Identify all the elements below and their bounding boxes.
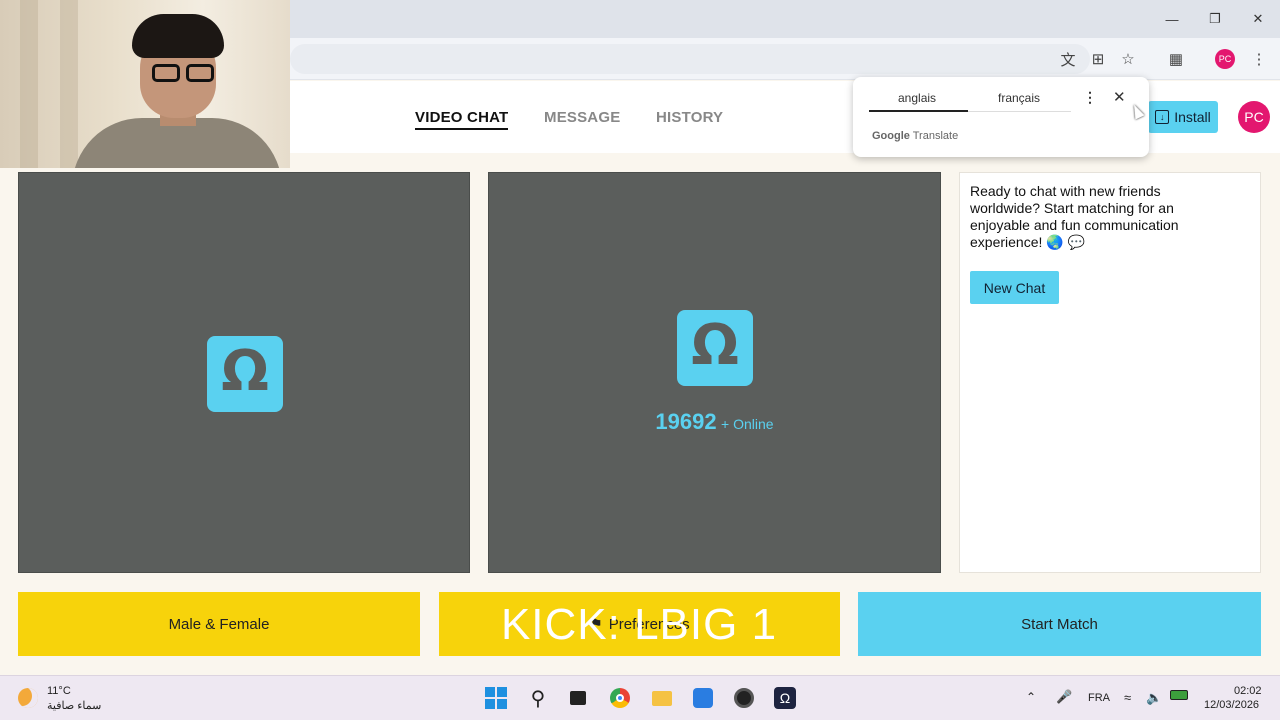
welcome-message: Ready to chat with new friends worldwide… — [970, 183, 1179, 250]
input-language[interactable]: FRA — [1088, 692, 1110, 704]
omega-app-icon[interactable]: Ω — [773, 686, 797, 710]
brand-google: Google — [872, 130, 910, 142]
tab-video-chat[interactable]: VIDEO CHAT — [415, 109, 509, 130]
profile-avatar-button[interactable]: PC — [1214, 48, 1236, 70]
omega-icon: Ω — [691, 313, 739, 378]
preferences-button[interactable]: ⚑ Preferences — [439, 592, 840, 656]
translate-options-icon[interactable]: ⋮ — [1083, 89, 1097, 106]
battery-icon[interactable] — [1170, 690, 1188, 700]
weather-description: سماء صافية — [47, 700, 102, 712]
user-avatar[interactable]: PC — [1238, 101, 1270, 133]
obs-icon[interactable] — [732, 686, 756, 710]
lang-tab-divider — [968, 111, 1071, 112]
restore-icon[interactable]: ❐ — [1204, 8, 1226, 30]
preferences-icon: ⚑ — [589, 616, 603, 633]
glasses-lens — [152, 64, 180, 82]
chrome-icon[interactable] — [608, 686, 632, 710]
search-icon[interactable]: ⚲ — [526, 686, 550, 710]
lang-tab-source[interactable]: anglais — [898, 91, 936, 105]
profile-initials: PC — [1215, 49, 1235, 69]
new-chat-button[interactable]: New Chat — [970, 271, 1059, 304]
online-count: 19692 — [655, 409, 717, 434]
wifi-icon[interactable]: ≈ — [1124, 690, 1131, 705]
translate-icon[interactable]: 文 — [1057, 48, 1079, 70]
remote-video-panel: Ω 19692 + Online — [488, 172, 941, 573]
extensions-icon[interactable]: ▦ — [1165, 48, 1187, 70]
local-video-panel: Ω — [18, 172, 470, 573]
tab-history[interactable]: HISTORY — [656, 109, 723, 126]
glasses-lens — [186, 64, 214, 82]
omega-logo: Ω — [677, 310, 753, 386]
volume-icon[interactable]: 🔈 — [1146, 690, 1162, 706]
translate-close-icon[interactable]: ✕ — [1113, 88, 1126, 106]
tray-overflow-icon[interactable]: ⌃ — [1026, 690, 1036, 704]
google-translate-brand: Google Translate — [872, 130, 958, 142]
moon-weather-icon — [18, 688, 38, 708]
omega-icon: Ω — [221, 339, 269, 404]
install-label: Install — [1174, 109, 1211, 125]
microphone-icon[interactable]: 🎤 — [1056, 689, 1072, 705]
start-match-button[interactable]: Start Match — [858, 592, 1261, 656]
app-icon[interactable] — [691, 686, 715, 710]
person-hair — [132, 14, 224, 58]
address-bar[interactable] — [290, 44, 1090, 74]
curtain-fold — [20, 0, 38, 168]
minimize-icon[interactable]: — — [1161, 8, 1183, 30]
info-panel: Ready to chat with new friends worldwide… — [959, 172, 1261, 573]
weather-temperature: 11°C — [47, 685, 71, 697]
gender-filter-button[interactable]: Male & Female — [18, 592, 420, 656]
online-label: + Online — [721, 416, 774, 432]
bookmark-star-icon[interactable]: ☆ — [1117, 48, 1139, 70]
translate-popup: anglais français ⋮ ✕ Google Translate — [853, 77, 1149, 157]
curtain-fold — [60, 0, 78, 168]
lang-tab-indicator — [869, 110, 968, 112]
start-menu-icon[interactable] — [484, 686, 508, 710]
install-button[interactable]: ↓ Install — [1148, 101, 1218, 133]
webcam-overlay — [0, 0, 290, 168]
taskbar: 11°C سماء صافية ⚲ Ω ⌃ 🎤 FRA ≈ 🔈 02:02 12… — [0, 675, 1280, 720]
install-app-icon[interactable]: ⊞ — [1087, 48, 1109, 70]
lang-tab-target[interactable]: français — [998, 91, 1040, 105]
download-icon: ↓ — [1155, 110, 1170, 124]
kebab-menu-icon[interactable]: ⋮ — [1248, 48, 1270, 70]
brand-translate: Translate — [912, 130, 959, 142]
omega-logo: Ω — [207, 336, 283, 412]
task-view-icon[interactable] — [566, 686, 590, 710]
close-window-icon[interactable]: ✕ — [1247, 8, 1269, 30]
clock-time[interactable]: 02:02 — [1234, 685, 1262, 697]
tab-message[interactable]: MESSAGE — [544, 109, 620, 126]
online-counter: 19692 + Online — [489, 409, 940, 435]
clock-date[interactable]: 12/03/2026 — [1204, 699, 1259, 711]
preferences-label: Preferences — [608, 615, 690, 633]
file-explorer-icon[interactable] — [650, 686, 674, 710]
